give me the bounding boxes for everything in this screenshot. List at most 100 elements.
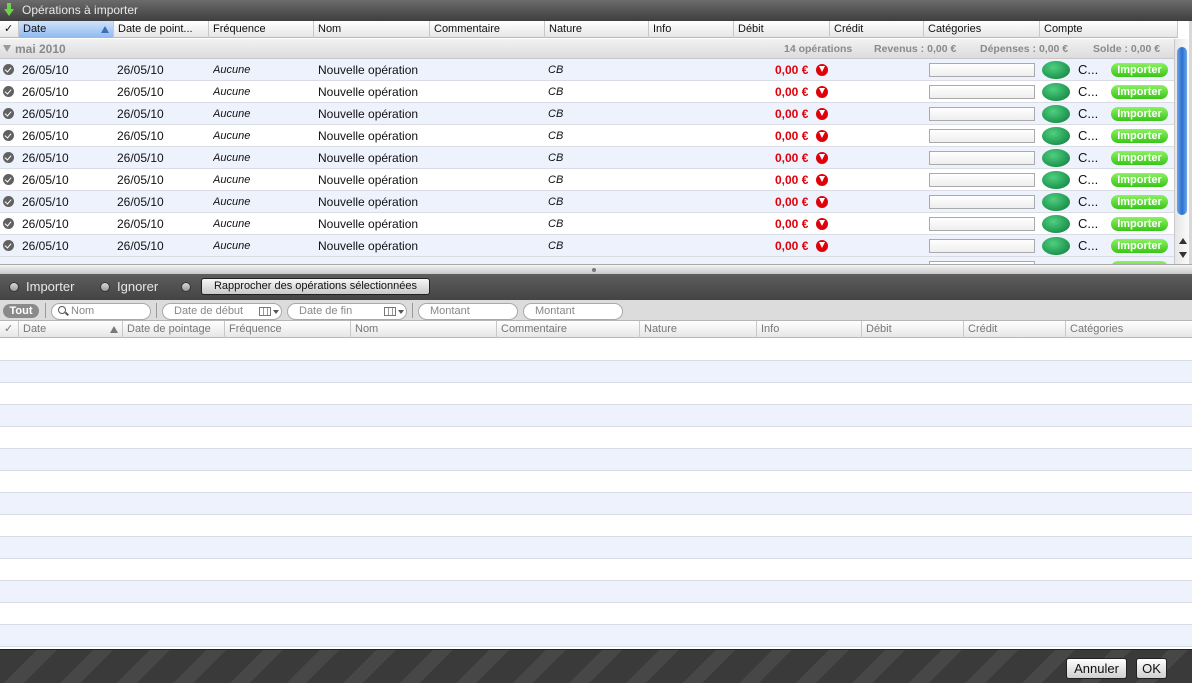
category-field[interactable]: [929, 173, 1035, 187]
scrollbar-thumb[interactable]: [1177, 47, 1187, 215]
column-header-nom[interactable]: Nom: [314, 21, 430, 38]
radio-importer[interactable]: [9, 282, 19, 292]
group-row-mai-2010[interactable]: mai 2010 14 opérations Revenus : 0,00 € …: [0, 39, 1174, 59]
importer-button[interactable]: Importer: [1111, 173, 1168, 187]
importer-button[interactable]: Importer: [1111, 129, 1168, 143]
radio-ignorer[interactable]: [100, 282, 110, 292]
check-circle-icon[interactable]: [3, 86, 14, 97]
calendar-icon[interactable]: [384, 307, 396, 316]
column-header-nom[interactable]: Nom: [351, 321, 497, 338]
ok-button[interactable]: OK: [1136, 658, 1167, 679]
column-header-debit[interactable]: Débit: [862, 321, 964, 338]
column-header-check[interactable]: ✓: [0, 321, 19, 338]
check-circle-icon[interactable]: [3, 152, 14, 163]
table-row[interactable]: 26/05/10 26/05/10 Aucune Nouvelle opération…: [0, 169, 1174, 191]
column-header-commentaire[interactable]: Commentaire: [497, 321, 640, 338]
column-header-nature[interactable]: Nature: [640, 321, 757, 338]
rapprocher-button[interactable]: Rapprocher des opérations sélectionnées: [201, 278, 430, 295]
cell-frequence: Aucune: [213, 240, 251, 252]
column-header-info[interactable]: Info: [757, 321, 862, 338]
importer-button[interactable]: Importer: [1111, 217, 1168, 231]
table-row: [0, 361, 1192, 383]
column-header-credit[interactable]: Crédit: [964, 321, 1066, 338]
cell-compte: C...: [1078, 238, 1099, 253]
search-nom-field[interactable]: Nom: [51, 303, 151, 320]
montant-min-field[interactable]: Montant: [418, 303, 518, 320]
down-arrow-circle-icon: [816, 152, 828, 164]
importer-button[interactable]: Importer: [1111, 151, 1168, 165]
category-field[interactable]: [929, 129, 1035, 143]
radio-rapprocher[interactable]: [181, 282, 191, 292]
importer-button[interactable]: Importer: [1111, 239, 1168, 253]
check-circle-icon[interactable]: [3, 174, 14, 185]
table-row[interactable]: 26/05/10 26/05/10 Aucune Nouvelle opération…: [0, 147, 1174, 169]
chevron-down-icon[interactable]: [273, 310, 279, 314]
tout-filter-button[interactable]: Tout: [3, 304, 39, 318]
column-header-categories[interactable]: Catégories: [924, 21, 1040, 38]
divider-handle[interactable]: [592, 268, 596, 272]
split-view-divider[interactable]: [0, 264, 1192, 274]
check-circle-icon[interactable]: [3, 240, 14, 251]
group-name: mai 2010: [15, 42, 66, 56]
table-row[interactable]: 26/05/10 26/05/10 Aucune Nouvelle opération…: [0, 103, 1174, 125]
category-field[interactable]: [929, 107, 1035, 121]
table-row: [0, 383, 1192, 405]
bank-logo-icon: [1042, 215, 1070, 233]
cell-nature: CB: [548, 108, 564, 120]
column-header-date[interactable]: Date: [19, 21, 114, 38]
check-circle-icon[interactable]: [3, 196, 14, 207]
radio-importer-label[interactable]: Importer: [26, 279, 74, 294]
table-row[interactable]: 26/05/10 26/05/10 Aucune Nouvelle opération…: [0, 81, 1174, 103]
column-header-nature[interactable]: Nature: [545, 21, 649, 38]
table-row[interactable]: 26/05/10 26/05/10 Aucune Nouvelle opération…: [0, 59, 1174, 81]
check-circle-icon[interactable]: [3, 64, 14, 75]
column-header-commentaire[interactable]: Commentaire: [430, 21, 545, 38]
date-debut-field[interactable]: Date de début: [162, 303, 282, 320]
chevron-down-icon[interactable]: [398, 310, 404, 314]
table-row[interactable]: [0, 257, 1174, 264]
check-circle-icon[interactable]: [3, 218, 14, 229]
importer-button[interactable]: Importer: [1111, 63, 1168, 77]
column-header-info[interactable]: Info: [649, 21, 734, 38]
table-row[interactable]: 26/05/10 26/05/10 Aucune Nouvelle opération…: [0, 191, 1174, 213]
cell-nom: Nouvelle opération: [318, 63, 419, 77]
importer-button[interactable]: Importer: [1111, 195, 1168, 209]
column-header-date[interactable]: Date: [19, 321, 123, 338]
column-header-credit[interactable]: Crédit: [830, 21, 924, 38]
scroll-up-arrow-icon[interactable]: [1179, 238, 1187, 244]
scroll-down-arrow-icon[interactable]: [1179, 252, 1187, 258]
annuler-button[interactable]: Annuler: [1066, 658, 1127, 679]
column-header-frequence[interactable]: Fréquence: [209, 21, 314, 38]
group-depenses: Dépenses : 0,00 €: [980, 43, 1069, 55]
table-row[interactable]: 26/05/10 26/05/10 Aucune Nouvelle opération…: [0, 125, 1174, 147]
table-row[interactable]: 26/05/10 26/05/10 Aucune Nouvelle opération…: [0, 213, 1174, 235]
importer-button[interactable]: Importer: [1111, 107, 1168, 121]
check-circle-icon[interactable]: [3, 108, 14, 119]
bank-logo-icon: [1042, 149, 1070, 167]
table-row[interactable]: 26/05/10 26/05/10 Aucune Nouvelle opération…: [0, 235, 1174, 257]
cell-date: 26/05/10: [22, 217, 69, 231]
category-field[interactable]: [929, 239, 1035, 253]
date-fin-field[interactable]: Date de fin: [287, 303, 407, 320]
disclosure-triangle-icon[interactable]: [3, 45, 11, 52]
category-field[interactable]: [929, 63, 1035, 77]
column-header-compte[interactable]: Compte: [1040, 21, 1178, 38]
cell-nature: CB: [548, 174, 564, 186]
radio-ignorer-label[interactable]: Ignorer: [117, 279, 158, 294]
importer-button[interactable]: Importer: [1111, 85, 1168, 99]
down-arrow-circle-icon: [816, 64, 828, 76]
category-field[interactable]: [929, 217, 1035, 231]
column-header-categories[interactable]: Catégories: [1066, 321, 1192, 338]
vertical-scrollbar[interactable]: [1174, 39, 1189, 264]
column-header-debit[interactable]: Débit: [734, 21, 830, 38]
column-header-frequence[interactable]: Fréquence: [225, 321, 351, 338]
check-circle-icon[interactable]: [3, 130, 14, 141]
column-header-check[interactable]: ✓: [0, 21, 19, 38]
category-field[interactable]: [929, 151, 1035, 165]
category-field[interactable]: [929, 195, 1035, 209]
category-field[interactable]: [929, 85, 1035, 99]
calendar-icon[interactable]: [259, 307, 271, 316]
column-header-pointage[interactable]: Date de point...: [114, 21, 209, 38]
montant-max-field[interactable]: Montant: [523, 303, 623, 320]
column-header-pointage[interactable]: Date de pointage: [123, 321, 225, 338]
